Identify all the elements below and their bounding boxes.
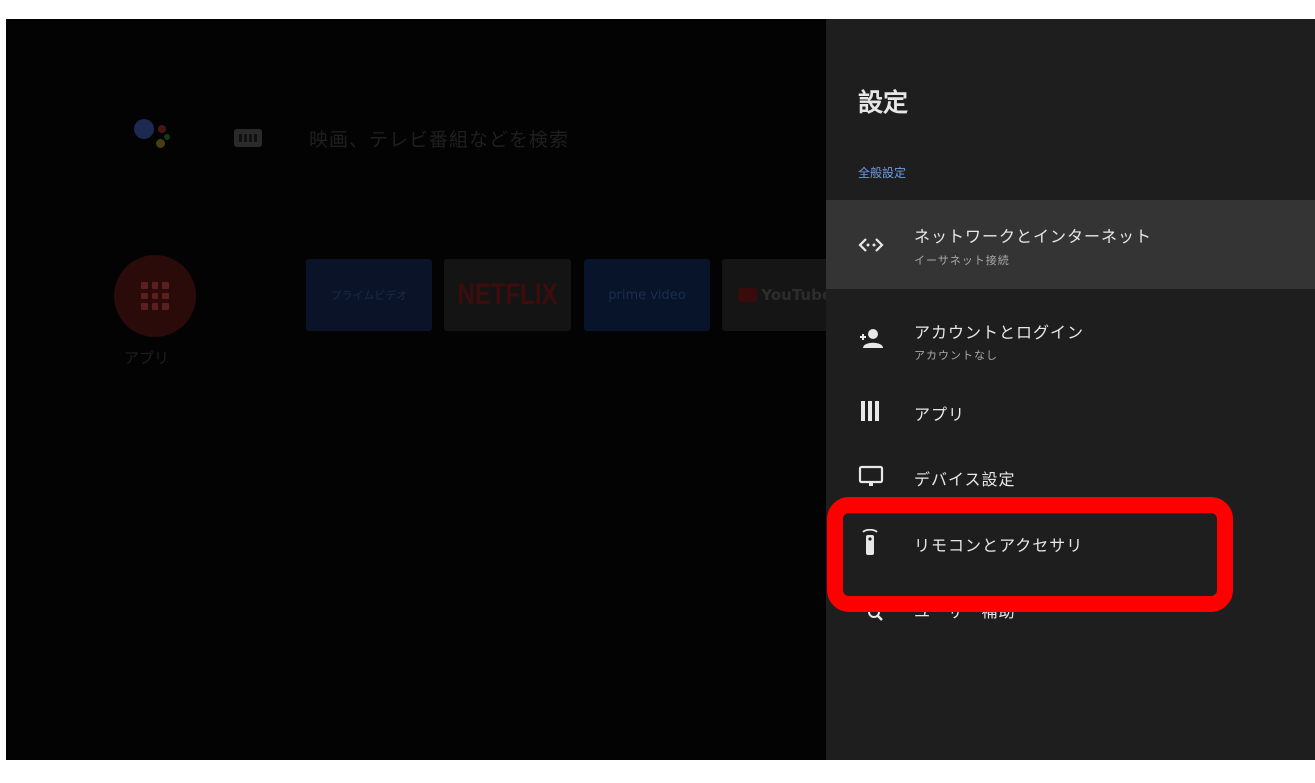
accounts-and-signin-item[interactable]: アカウントとログイン アカウントなし bbox=[826, 299, 1315, 379]
device-preferences-item[interactable]: デバイス設定 bbox=[826, 449, 1315, 505]
apps-grid-icon bbox=[141, 282, 169, 310]
apps-button[interactable] bbox=[114, 255, 196, 337]
tile-label: prime video bbox=[608, 287, 686, 303]
amazon-prime-tile[interactable]: prime video bbox=[584, 259, 710, 331]
search-bar-placeholder[interactable]: 映画、テレビ番組などを検索 bbox=[309, 125, 569, 152]
monitor-icon bbox=[858, 465, 884, 489]
item-label: ネットワークとインターネット bbox=[914, 227, 1153, 246]
section-label-general: 全般設定 bbox=[858, 166, 907, 180]
item-label: リモコンとアクセサリ bbox=[914, 536, 1084, 555]
item-sublabel: イーサネット接続 bbox=[914, 254, 1010, 267]
apps-bars-icon bbox=[858, 399, 882, 423]
remote-icon bbox=[858, 529, 882, 555]
apps-label: アプリ bbox=[124, 349, 170, 367]
youtube-tile[interactable]: YouTube bbox=[722, 259, 832, 331]
tile-label: NETFLIX bbox=[457, 278, 558, 311]
network-arrows-icon bbox=[858, 233, 884, 257]
tv-screen: 映画、テレビ番組などを検索 アプリ プライムビデオ NETFLIX prime … bbox=[6, 19, 1315, 760]
account-icon bbox=[858, 327, 883, 351]
apps-item[interactable]: アプリ bbox=[826, 383, 1315, 439]
prime-video-tile[interactable]: プライムビデオ bbox=[306, 259, 432, 331]
tile-label: プライムビデオ bbox=[330, 289, 408, 302]
youtube-play-icon bbox=[738, 288, 758, 302]
keyboard-icon[interactable] bbox=[234, 129, 262, 147]
home-screen-background: 映画、テレビ番組などを検索 アプリ プライムビデオ NETFLIX prime … bbox=[6, 19, 832, 760]
item-label: ユーザー補助 bbox=[914, 602, 1016, 621]
item-label: アカウントとログイン bbox=[914, 323, 1085, 342]
item-label: デバイス設定 bbox=[914, 470, 1016, 489]
tile-label: YouTube bbox=[761, 286, 832, 304]
accessibility-item[interactable]: ユーザー補助 bbox=[826, 581, 1315, 637]
network-and-internet-item[interactable]: ネットワークとインターネット イーサネット接続 bbox=[826, 200, 1315, 289]
netflix-tile[interactable]: NETFLIX bbox=[444, 259, 571, 331]
google-assistant-icon[interactable] bbox=[134, 117, 174, 157]
remote-and-accessories-item[interactable]: リモコンとアクセサリ bbox=[826, 515, 1315, 571]
settings-panel: 設定 全般設定 ネットワークとインターネット イーサネット接続 アカウントとログ… bbox=[826, 19, 1315, 760]
item-sublabel: アカウントなし bbox=[914, 349, 998, 362]
item-label: アプリ bbox=[914, 405, 966, 424]
panel-title: 設定 bbox=[858, 88, 909, 117]
accessibility-icon bbox=[858, 597, 883, 621]
